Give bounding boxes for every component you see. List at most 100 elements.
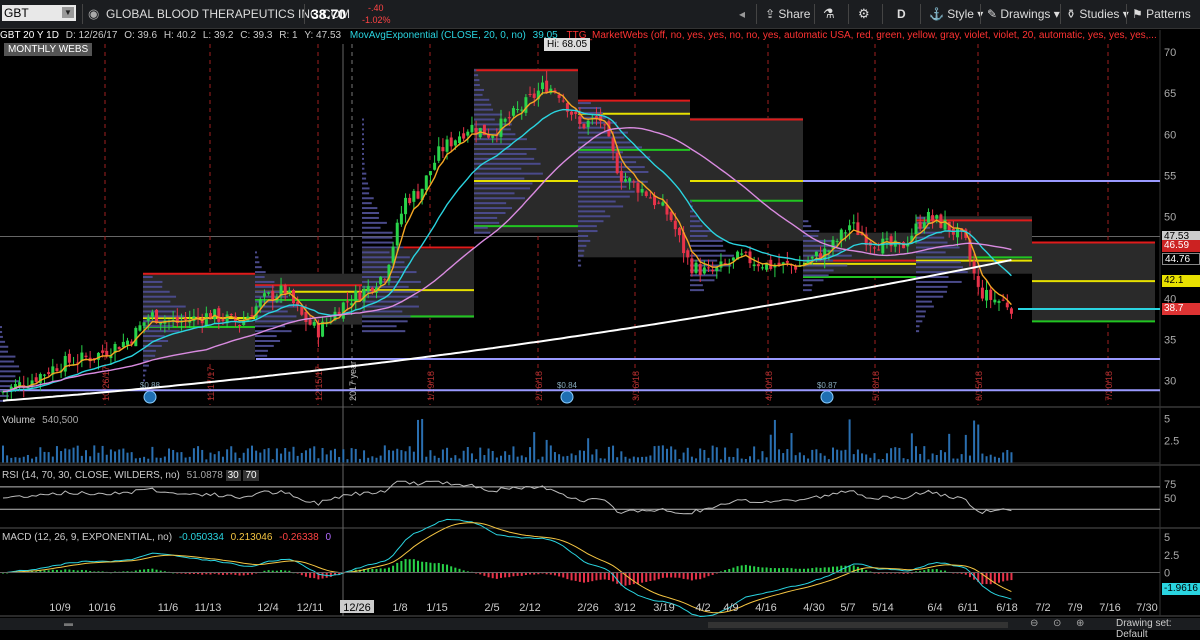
volume-profile-bar — [255, 261, 260, 264]
volume-profile-bar — [143, 369, 147, 372]
volume-bar — [483, 455, 486, 463]
volume-bar — [334, 448, 336, 463]
volume-bar — [811, 449, 814, 463]
volume-profile-bar — [578, 146, 643, 149]
candle-body — [603, 124, 607, 126]
rsi-label[interactable]: RSI (14, 70, 30, CLOSE, WILDERS, no) — [2, 470, 180, 481]
macd-label[interactable]: MACD (12, 26, 9, EXPONENTIAL, no) — [2, 532, 172, 543]
macd-histogram-bar — [495, 572, 498, 579]
macd-histogram-bar — [412, 559, 415, 573]
candle-body — [229, 314, 233, 316]
volume-bar — [109, 449, 112, 463]
volume-bar — [923, 446, 926, 463]
macd-histogram-bar — [595, 572, 598, 581]
x-axis-label: 12/11 — [297, 602, 324, 614]
macd-histogram-bar — [844, 565, 847, 573]
volume-label[interactable]: Volume — [2, 415, 35, 426]
volume-profile-bar — [474, 221, 500, 224]
horizontal-scrollbar[interactable] — [708, 622, 1008, 628]
volume-bar — [304, 450, 307, 463]
candle-body — [582, 123, 586, 129]
macd-histogram-bar — [931, 569, 934, 573]
candle-body — [155, 309, 159, 324]
volume-bar — [168, 448, 170, 463]
x-axis-label: 4/30 — [803, 602, 824, 614]
volume-bar — [778, 449, 781, 463]
volume-bar — [209, 452, 212, 463]
macd-histogram-bar — [304, 572, 307, 577]
volume-bar — [545, 439, 548, 463]
volume-profile-bar — [362, 325, 397, 328]
candle-body — [126, 340, 129, 345]
candle-body — [752, 264, 756, 267]
volume-profile-bar — [474, 172, 543, 175]
zoom-reset-icon[interactable]: ⊙ — [1053, 618, 1061, 629]
volume-bar — [151, 446, 154, 463]
volume-bar — [653, 446, 656, 463]
volume-profile-bar — [362, 148, 364, 151]
volume-bar — [221, 456, 224, 463]
macd-histogram-bar — [379, 568, 382, 573]
candle-body — [935, 215, 939, 219]
candle-body — [648, 197, 652, 199]
collapse-icon[interactable]: ▬ — [64, 618, 73, 628]
candle-body — [470, 124, 474, 133]
volume-bar — [35, 456, 38, 463]
macd-axis-tick: 0 — [1164, 568, 1170, 580]
volume-profile-bar — [578, 161, 637, 164]
volume-profile-bar — [362, 177, 367, 180]
candle-body — [354, 290, 358, 302]
volume-bar — [251, 445, 253, 463]
zoom-in-icon[interactable]: ⊕ — [1076, 618, 1084, 629]
candle-body — [918, 221, 922, 229]
volume-profile-bar — [578, 166, 645, 169]
volume-bar — [666, 448, 668, 463]
candle-body — [159, 322, 163, 325]
volume-bar — [284, 448, 287, 463]
macd-histogram-bar — [446, 564, 449, 573]
earnings-icon — [820, 390, 834, 404]
macd-histogram-bar — [603, 572, 606, 580]
volume-bar — [819, 453, 822, 463]
volume-bar — [529, 447, 532, 463]
volume-bar — [939, 450, 942, 463]
volume-bar — [255, 450, 258, 463]
volume-bar — [607, 446, 610, 463]
volume-bar — [686, 447, 689, 463]
zoom-out-icon[interactable]: ⊖ — [1030, 618, 1038, 629]
volume-profile-bar — [578, 205, 624, 208]
macd-histogram-bar — [392, 565, 395, 573]
x-axis-label: 12/4 — [257, 602, 278, 614]
volume-profile-bar — [362, 241, 394, 244]
candle-body — [34, 377, 38, 382]
rsi-axis-tick: 50 — [1164, 493, 1176, 505]
period-marker-label: 1/19/18 — [426, 371, 436, 401]
candle-body — [283, 284, 287, 294]
volume-profile-bar — [916, 300, 933, 303]
candle-body — [835, 240, 839, 242]
volume-profile-bar — [362, 197, 374, 200]
volume-profile-bar — [916, 295, 944, 298]
volume-bar — [856, 449, 859, 463]
volume-bar — [205, 459, 208, 463]
volume-bar — [97, 452, 100, 463]
volume-bar — [632, 456, 635, 463]
volume-profile-bar — [143, 330, 180, 333]
macd-histogram-bar — [782, 567, 785, 573]
candle-body — [441, 147, 445, 152]
macd-histogram-bar — [674, 572, 677, 578]
volume-bar — [894, 447, 897, 463]
volume-profile-bar — [362, 236, 393, 239]
volume-profile-bar — [690, 279, 715, 282]
volume-bar — [508, 454, 511, 463]
volume-profile-bar — [690, 200, 692, 203]
volume-bar — [998, 457, 1000, 463]
web-box — [803, 232, 916, 274]
price-tag: 46.59 — [1162, 239, 1200, 252]
volume-profile-bar — [690, 244, 724, 247]
drawing-set-label[interactable]: Drawing set: Default — [1116, 618, 1200, 640]
volume-bar — [147, 458, 150, 463]
volume-profile-bar — [143, 300, 171, 303]
volume-bar — [26, 454, 29, 463]
candle-body — [644, 191, 648, 196]
